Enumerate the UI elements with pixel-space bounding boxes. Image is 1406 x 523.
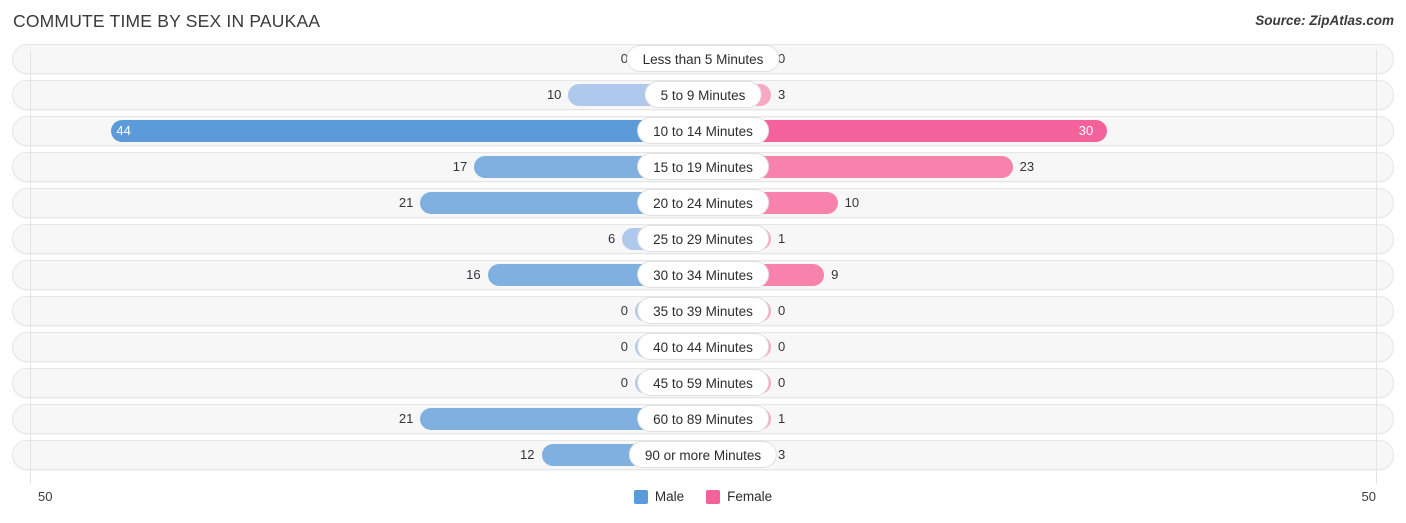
chart-row: 17 23 15 to 19 Minutes <box>0 152 1406 182</box>
female-value-label: 0 <box>778 339 786 354</box>
male-value-label: 44 <box>116 123 131 138</box>
female-value-label: 9 <box>831 267 839 282</box>
row-bars: 16 9 30 to 34 Minutes <box>0 260 1406 290</box>
row-bars: 44 30 10 to 14 Minutes <box>0 116 1406 146</box>
row-bars: 10 3 5 to 9 Minutes <box>0 80 1406 110</box>
category-label: 5 to 9 Minutes <box>644 81 762 108</box>
male-value-label: 6 <box>607 231 616 246</box>
chart-row: 12 3 90 or more Minutes <box>0 440 1406 470</box>
male-value-label: 0 <box>620 339 628 354</box>
chart-legend: Male Female <box>0 489 1406 504</box>
category-label: 10 to 14 Minutes <box>637 117 769 144</box>
chart-row: 6 1 25 to 29 Minutes <box>0 224 1406 254</box>
chart-row: 16 9 30 to 34 Minutes <box>0 260 1406 290</box>
female-value-label: 10 <box>844 195 860 210</box>
male-value-label: 21 <box>398 195 414 210</box>
row-bars: 6 1 25 to 29 Minutes <box>0 224 1406 254</box>
male-bar[interactable] <box>110 120 703 142</box>
category-label: 60 to 89 Minutes <box>637 405 769 432</box>
male-value-label: 16 <box>466 267 481 282</box>
chart-footer: 50 50 Male Female <box>0 484 1406 523</box>
chart-row: 0 0 40 to 44 Minutes <box>0 332 1406 362</box>
category-label: 20 to 24 Minutes <box>637 189 769 216</box>
male-value-label: 17 <box>452 159 468 174</box>
category-label: 30 to 34 Minutes <box>637 261 769 288</box>
category-label: 45 to 59 Minutes <box>637 369 769 396</box>
female-value-label: 0 <box>778 375 786 390</box>
male-value-label: 10 <box>546 87 562 102</box>
row-bars: 21 1 60 to 89 Minutes <box>0 404 1406 434</box>
chart-row: 10 3 5 to 9 Minutes <box>0 80 1406 110</box>
row-bars: 12 3 90 or more Minutes <box>0 440 1406 470</box>
row-bars: 0 0 40 to 44 Minutes <box>0 332 1406 362</box>
chart-row: 0 0 Less than 5 Minutes <box>0 44 1406 74</box>
legend-swatch-icon <box>706 489 721 504</box>
male-value-label: 0 <box>620 303 628 318</box>
row-bars: 0 0 35 to 39 Minutes <box>0 296 1406 326</box>
chart-plot-area: 0 0 Less than 5 Minutes 10 3 5 to 9 Minutes 44… <box>0 44 1406 484</box>
row-bars: 0 0 Less than 5 Minutes <box>0 44 1406 74</box>
chart-row: 21 10 20 to 24 Minutes <box>0 188 1406 218</box>
category-label: Less than 5 Minutes <box>626 45 780 72</box>
chart-row: 44 30 10 to 14 Minutes <box>0 116 1406 146</box>
chart-row: 0 0 35 to 39 Minutes <box>0 296 1406 326</box>
male-value-label: 12 <box>520 447 535 462</box>
female-value-label: 1 <box>778 411 786 426</box>
female-value-label: 23 <box>1019 159 1035 174</box>
female-value-label: 0 <box>778 303 786 318</box>
row-bars: 17 23 15 to 19 Minutes <box>0 152 1406 182</box>
row-bars: 21 10 20 to 24 Minutes <box>0 188 1406 218</box>
legend-label: Male <box>654 489 685 504</box>
male-value-label: 21 <box>398 411 414 426</box>
category-label: 25 to 29 Minutes <box>637 225 769 252</box>
legend-item-male[interactable]: Male <box>633 489 685 504</box>
chart-row: 0 0 45 to 59 Minutes <box>0 368 1406 398</box>
category-label: 15 to 19 Minutes <box>637 153 769 180</box>
page-title: COMMUTE TIME BY SEX IN PAUKAA <box>13 11 321 31</box>
chart-header: COMMUTE TIME BY SEX IN PAUKAA Source: Zi… <box>0 0 1406 44</box>
female-value-label: 1 <box>778 231 786 246</box>
female-value-label: 3 <box>778 447 786 462</box>
chart-row: 21 1 60 to 89 Minutes <box>0 404 1406 434</box>
source-attribution: Source: ZipAtlas.com <box>1255 13 1394 28</box>
category-label: 40 to 44 Minutes <box>637 333 769 360</box>
female-value-label: 3 <box>778 87 786 102</box>
legend-item-female[interactable]: Female <box>706 489 772 504</box>
chart-rows: 0 0 Less than 5 Minutes 10 3 5 to 9 Minutes 44… <box>0 44 1406 476</box>
legend-swatch-icon <box>633 489 648 504</box>
female-value-label: 30 <box>1078 123 1094 138</box>
row-bars: 0 0 45 to 59 Minutes <box>0 368 1406 398</box>
category-label: 35 to 39 Minutes <box>637 297 769 324</box>
category-label: 90 or more Minutes <box>628 441 778 468</box>
legend-label: Female <box>727 489 773 504</box>
male-value-label: 0 <box>620 375 628 390</box>
